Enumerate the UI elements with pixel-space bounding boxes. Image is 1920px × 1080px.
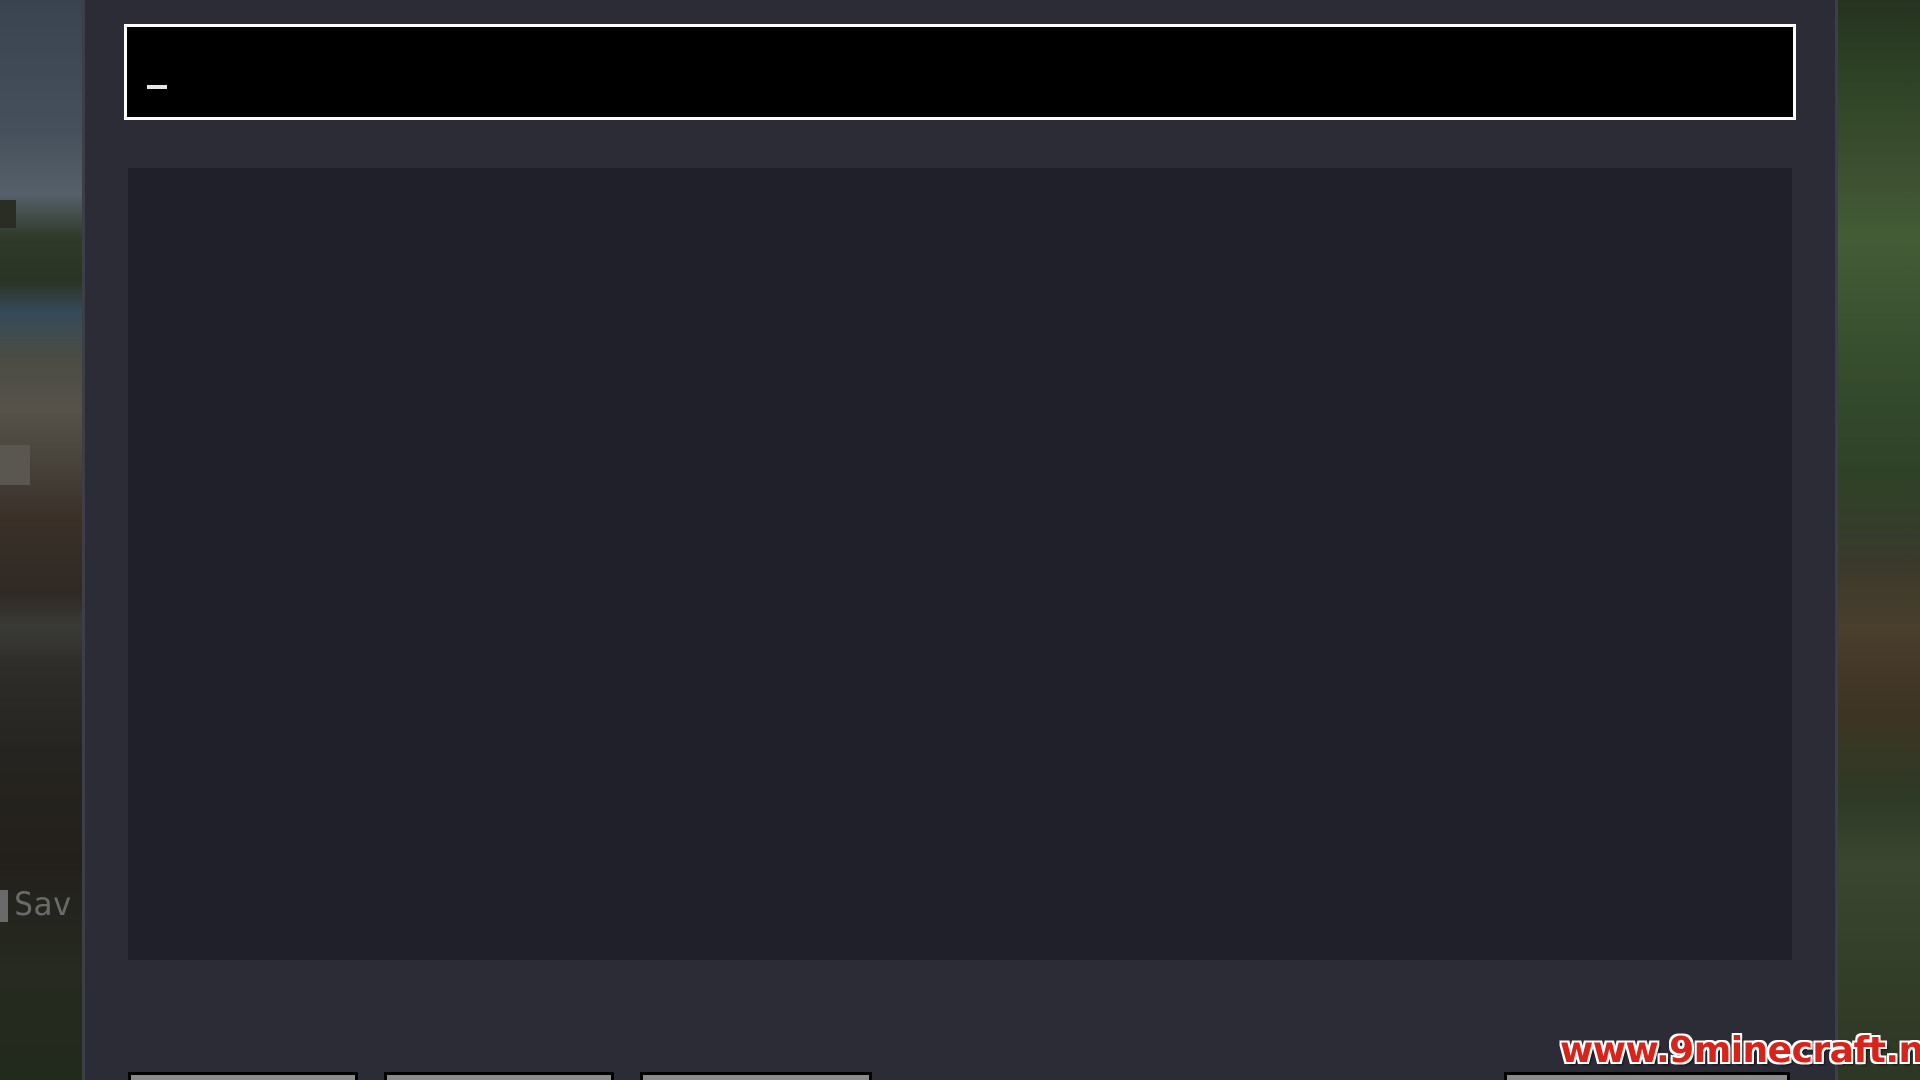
text-cursor	[147, 85, 167, 89]
game-screen: Sav www.9minecraft.net	[0, 0, 1920, 1080]
game-world-background-right	[1838, 0, 1920, 1080]
save-text-label: Sav	[14, 885, 72, 923]
save-text-marker	[0, 890, 8, 922]
bottom-button-4[interactable]	[1504, 1072, 1790, 1080]
background-stone-block	[0, 445, 30, 485]
game-world-background-left: Sav	[0, 0, 84, 1080]
bottom-button-3[interactable]	[640, 1072, 872, 1080]
bottom-button-2[interactable]	[384, 1072, 614, 1080]
background-house-roof	[0, 200, 16, 228]
background-save-text: Sav	[0, 884, 82, 924]
bottom-button-1[interactable]	[128, 1072, 358, 1080]
site-watermark: www.9minecraft.net	[1560, 1030, 1920, 1071]
command-output-area[interactable]	[128, 168, 1792, 960]
command-input-field[interactable]	[124, 24, 1796, 120]
